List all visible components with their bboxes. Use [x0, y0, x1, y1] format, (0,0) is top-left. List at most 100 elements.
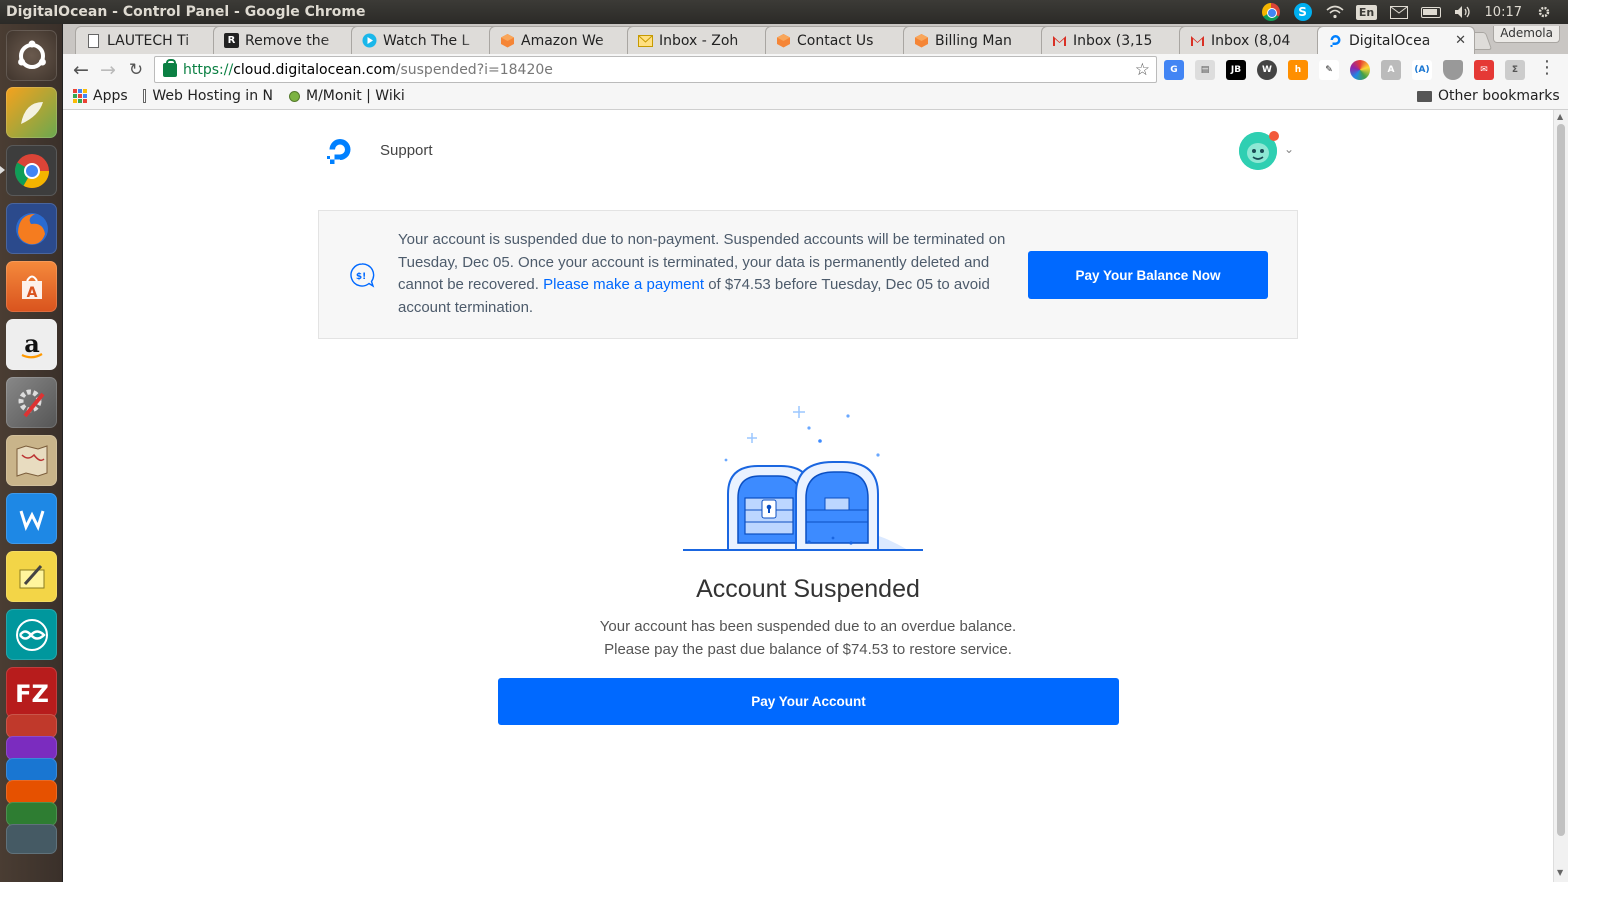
- digitalocean-icon: [1328, 33, 1343, 48]
- treasure-chest-illustration: [683, 406, 923, 551]
- digitalocean-logo-icon[interactable]: [324, 134, 356, 166]
- alert-message: Your account is suspended due to non-pay…: [398, 231, 1006, 316]
- lock-icon[interactable]: [163, 58, 177, 77]
- extensions-area: G ▤ JB W h ✎ A (A) ✉ Σ: [1164, 60, 1525, 80]
- tab[interactable]: Inbox - Zoh ✕: [627, 26, 785, 54]
- forward-arrow-icon[interactable]: →: [96, 58, 120, 82]
- r-icon: R: [224, 33, 239, 48]
- battery-icon[interactable]: [1420, 4, 1441, 20]
- software-center-icon[interactable]: A: [6, 261, 57, 312]
- wifi-icon[interactable]: [1325, 4, 1345, 20]
- tab-active[interactable]: DigitalOcea ✕: [1317, 26, 1475, 54]
- stacked-app-icon-1[interactable]: [6, 714, 57, 738]
- tab[interactable]: LAUTECH Ti ✕: [75, 26, 233, 54]
- profile-button[interactable]: Ademola: [1493, 26, 1560, 43]
- suspension-description-line-2: Please pay the past due balance of $74.5…: [604, 641, 1012, 658]
- bookmark-item[interactable]: M/Monit | Wiki: [289, 88, 405, 104]
- browser-toolbar: ← → ↻ https:// cloud.digitalocean.com /s…: [63, 54, 1568, 85]
- os-top-panel: DigitalOcean - Control Panel - Google Ch…: [0, 0, 1568, 24]
- bookmarks-bar: Apps Web Hosting in N M/Monit | Wiki Oth…: [63, 85, 1568, 110]
- keyboard-layout-indicator[interactable]: En: [1355, 4, 1378, 20]
- scroll-down-icon[interactable]: ▼: [1557, 868, 1563, 877]
- reload-icon[interactable]: ↻: [124, 58, 148, 82]
- gear-icon[interactable]: [1534, 4, 1554, 20]
- make-payment-link[interactable]: Please make a payment: [543, 276, 704, 293]
- page-content: Support ⌄ $! Your account is suspended d…: [63, 110, 1553, 882]
- stacked-app-icon-5[interactable]: [6, 802, 57, 826]
- back-arrow-icon[interactable]: ←: [69, 58, 93, 82]
- chrome-menu-icon[interactable]: ⋮: [1538, 57, 1556, 78]
- tab-strip: LAUTECH Ti ✕ R Remove the ✕ Watch The L …: [63, 24, 1568, 54]
- angular-extension-icon[interactable]: A: [1381, 60, 1401, 80]
- scroll-up-icon[interactable]: ▲: [1557, 112, 1563, 121]
- skype-tray-icon[interactable]: S: [1293, 3, 1313, 21]
- translate-extension-icon[interactable]: G: [1164, 60, 1184, 80]
- hostinger-extension-icon[interactable]: h: [1288, 60, 1308, 80]
- stacked-app-icon-6[interactable]: [6, 824, 57, 854]
- reader-extension-icon[interactable]: ▤: [1195, 60, 1215, 80]
- notification-badge: [1269, 131, 1279, 141]
- firefox-icon[interactable]: [6, 203, 57, 254]
- system-tray: S En 10:17: [1261, 3, 1568, 21]
- support-link[interactable]: Support: [380, 142, 433, 159]
- eyedropper-extension-icon[interactable]: ✎: [1319, 60, 1339, 80]
- arduino-icon[interactable]: [6, 609, 57, 660]
- address-bar[interactable]: https:// cloud.digitalocean.com /suspend…: [154, 56, 1157, 83]
- stacked-app-icon-3[interactable]: [6, 758, 57, 782]
- aws-icon: [914, 33, 929, 48]
- chevron-down-icon[interactable]: ⌄: [1284, 142, 1294, 156]
- stacked-app-icon-2[interactable]: [6, 736, 57, 760]
- page-icon: [143, 89, 147, 103]
- stacked-app-icon-4[interactable]: [6, 780, 57, 804]
- close-icon[interactable]: ✕: [1455, 33, 1466, 48]
- chrome-tray-icon[interactable]: [1261, 3, 1281, 21]
- bookmark-item[interactable]: Web Hosting in N: [143, 88, 273, 104]
- svg-text:A: A: [26, 285, 37, 301]
- codelite-icon[interactable]: [6, 87, 57, 138]
- notes-extension-icon[interactable]: ✉: [1474, 60, 1494, 80]
- map-app-icon[interactable]: [6, 435, 57, 486]
- shield-icon[interactable]: [1443, 60, 1463, 80]
- accessibility-extension-icon[interactable]: (A): [1412, 60, 1432, 80]
- system-settings-icon[interactable]: [6, 377, 57, 428]
- window-title: DigitalOcean - Control Panel - Google Ch…: [6, 4, 366, 20]
- text-editor-icon[interactable]: [6, 551, 57, 602]
- scroll-thumb[interactable]: [1557, 124, 1565, 836]
- volume-icon[interactable]: [1453, 4, 1473, 20]
- tab[interactable]: Contact Us ✕: [765, 26, 923, 54]
- monit-icon: [289, 90, 300, 102]
- mail-icon: [638, 33, 653, 48]
- tab[interactable]: Billing Man ✕: [903, 26, 1061, 54]
- filezilla-icon[interactable]: FZ: [6, 667, 57, 718]
- bookmark-star-icon[interactable]: ☆: [1135, 60, 1150, 80]
- colorzilla-extension-icon[interactable]: [1350, 60, 1370, 80]
- other-bookmarks[interactable]: Other bookmarks: [1417, 88, 1560, 104]
- apps-grid-icon: [73, 89, 87, 103]
- pay-balance-now-button[interactable]: Pay Your Balance Now: [1028, 251, 1268, 299]
- tab[interactable]: Amazon We ✕: [489, 26, 647, 54]
- ubuntu-dash-icon[interactable]: [6, 30, 57, 81]
- sigma-extension-icon[interactable]: Σ: [1505, 60, 1525, 80]
- tab[interactable]: Watch The L ✕: [351, 26, 509, 54]
- tab[interactable]: R Remove the ✕: [213, 26, 371, 54]
- bookmark-apps[interactable]: Apps: [73, 88, 128, 104]
- page-title: Account Suspended: [696, 575, 920, 603]
- tab[interactable]: Inbox (3,15 ✕: [1041, 26, 1199, 54]
- scrollbar[interactable]: ▲ ▼: [1553, 110, 1568, 882]
- page-icon: [86, 33, 101, 48]
- clock[interactable]: 10:17: [1485, 5, 1522, 20]
- gmail-icon: [1190, 33, 1205, 48]
- pay-account-button[interactable]: Pay Your Account: [498, 678, 1119, 725]
- folder-icon: [1417, 90, 1432, 102]
- chrome-icon[interactable]: [6, 145, 57, 196]
- mail-tray-icon[interactable]: [1389, 4, 1409, 20]
- wordpress-extension-icon[interactable]: W: [1257, 60, 1277, 80]
- amazon-icon[interactable]: a: [6, 319, 57, 370]
- aws-icon: [776, 33, 791, 48]
- svg-text:FZ: FZ: [15, 680, 49, 708]
- jb-extension-icon[interactable]: JB: [1226, 60, 1246, 80]
- wps-writer-icon[interactable]: [6, 493, 57, 544]
- gmail-icon: [1052, 33, 1067, 48]
- tab[interactable]: Inbox (8,04 ✕: [1179, 26, 1337, 54]
- running-indicator: [0, 166, 5, 174]
